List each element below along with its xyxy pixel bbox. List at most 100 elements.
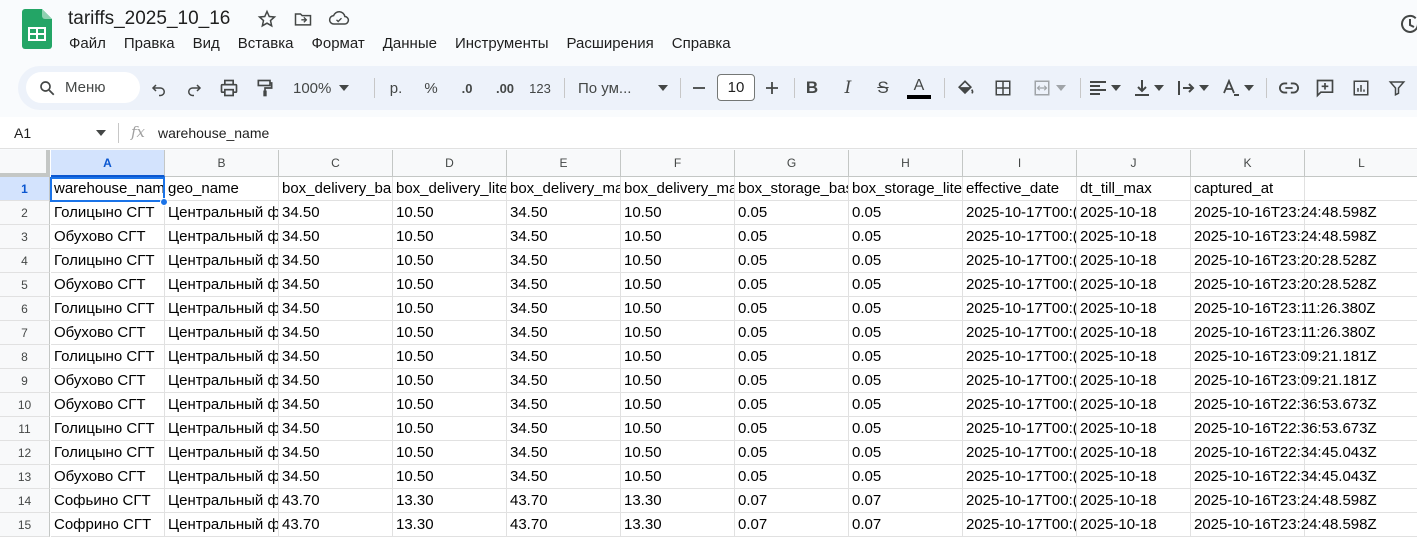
table-cell[interactable]: 0.05 [735, 441, 849, 465]
table-cell[interactable]: 10.50 [393, 345, 507, 369]
table-cell[interactable]: 10.50 [393, 273, 507, 297]
table-cell[interactable]: Центральный ф [165, 225, 279, 249]
table-cell[interactable]: 10.50 [621, 297, 735, 321]
table-cell[interactable]: 0.05 [735, 249, 849, 273]
header-cell[interactable]: box_delivery_ma [507, 177, 621, 201]
table-cell[interactable]: 13.30 [393, 513, 507, 537]
spreadsheet-grid[interactable]: A B C D E F G H I J K L 1 warehouse_nam geo_name box_de… [0, 150, 1417, 540]
table-cell[interactable]: 0.05 [849, 417, 963, 441]
table-cell[interactable]: 0.05 [735, 273, 849, 297]
table-cell[interactable]: 2025-10-16T22:36:53.673Z [1191, 417, 1377, 441]
column-header-j[interactable]: J [1077, 150, 1191, 177]
column-header-k[interactable]: K [1191, 150, 1305, 177]
table-cell[interactable]: 2025-10-16T23:24:48.598Z [1191, 513, 1377, 537]
table-cell[interactable]: Центральный ф [165, 417, 279, 441]
table-cell[interactable]: 2025-10-18 [1077, 489, 1191, 513]
table-cell[interactable]: 0.05 [849, 297, 963, 321]
table-cell[interactable]: 2025-10-16T23:24:48.598Z [1191, 489, 1377, 513]
menu-data[interactable]: Данные [374, 34, 446, 54]
bold-button[interactable]: B [800, 66, 824, 110]
redo-button[interactable] [181, 66, 207, 110]
table-cell[interactable]: 34.50 [507, 417, 621, 441]
table-cell[interactable]: Голицыно СГТ [51, 249, 165, 273]
header-cell[interactable]: dt_till_max [1077, 177, 1191, 201]
table-cell[interactable]: Центральный ф [165, 465, 279, 489]
more-formats-button[interactable]: 123 [526, 66, 554, 110]
fill-color-button[interactable] [952, 66, 978, 110]
star-icon[interactable] [256, 8, 278, 30]
table-cell[interactable]: 34.50 [279, 465, 393, 489]
menu-search-button[interactable]: Меню [26, 72, 140, 103]
table-cell[interactable]: Центральный ф [165, 249, 279, 273]
version-history-icon[interactable] [1400, 12, 1417, 36]
table-cell[interactable]: 2025-10-17T00:( [963, 273, 1077, 297]
table-cell[interactable]: Центральный ф [165, 489, 279, 513]
row-header[interactable]: 5 [0, 273, 50, 297]
table-cell[interactable]: 43.70 [279, 513, 393, 537]
table-cell[interactable]: 10.50 [393, 249, 507, 273]
row-header[interactable]: 7 [0, 321, 50, 345]
print-button[interactable] [216, 66, 242, 110]
table-cell[interactable]: 10.50 [393, 465, 507, 489]
table-cell[interactable]: Обухово СГТ [51, 321, 165, 345]
table-cell[interactable]: 2025-10-17T00:( [963, 513, 1077, 537]
select-all-corner[interactable] [0, 150, 50, 177]
table-cell[interactable]: 0.05 [735, 417, 849, 441]
move-folder-icon[interactable] [292, 8, 314, 30]
table-cell[interactable]: 2025-10-17T00:( [963, 249, 1077, 273]
table-cell[interactable]: 2025-10-16T23:20:28.528Z [1191, 273, 1377, 297]
table-cell[interactable]: Центральный ф [165, 441, 279, 465]
table-cell[interactable]: Центральный ф [165, 321, 279, 345]
table-cell[interactable]: 0.05 [849, 225, 963, 249]
table-cell[interactable]: 2025-10-16T23:24:48.598Z [1191, 225, 1377, 249]
vertical-align-button[interactable] [1131, 66, 1167, 110]
row-header[interactable]: 15 [0, 513, 50, 537]
table-cell[interactable]: 2025-10-18 [1077, 369, 1191, 393]
header-cell[interactable]: box_delivery_ma [621, 177, 735, 201]
table-cell[interactable]: 2025-10-17T00:( [963, 297, 1077, 321]
column-header-h[interactable]: H [849, 150, 963, 177]
table-cell[interactable]: Софрино СГТ [51, 513, 165, 537]
table-cell[interactable]: 0.05 [735, 201, 849, 225]
menu-help[interactable]: Справка [663, 34, 740, 54]
table-cell[interactable]: 10.50 [393, 369, 507, 393]
table-cell[interactable]: 34.50 [507, 249, 621, 273]
table-cell[interactable]: 2025-10-17T00:( [963, 465, 1077, 489]
menu-insert[interactable]: Вставка [229, 34, 303, 54]
column-header-e[interactable]: E [507, 150, 621, 177]
table-cell[interactable]: Голицыно СГТ [51, 417, 165, 441]
table-cell[interactable]: 0.07 [735, 489, 849, 513]
header-cell[interactable]: captured_at [1191, 177, 1305, 201]
table-cell[interactable]: 2025-10-16T23:09:21.181Z [1191, 369, 1377, 393]
row-header[interactable]: 11 [0, 417, 50, 441]
table-cell[interactable]: 2025-10-17T00:( [963, 489, 1077, 513]
name-box[interactable]: A1 [14, 125, 31, 141]
table-cell[interactable]: 2025-10-17T00:( [963, 417, 1077, 441]
row-header[interactable]: 3 [0, 225, 50, 249]
table-cell[interactable]: 0.05 [735, 321, 849, 345]
table-cell[interactable]: Центральный ф [165, 369, 279, 393]
header-cell[interactable] [1305, 177, 1417, 201]
table-cell[interactable]: 10.50 [393, 417, 507, 441]
table-cell[interactable]: Обухово СГТ [51, 465, 165, 489]
percent-format-button[interactable]: % [420, 66, 442, 110]
table-cell[interactable]: 10.50 [621, 441, 735, 465]
table-cell[interactable]: 34.50 [279, 249, 393, 273]
row-header[interactable]: 8 [0, 345, 50, 369]
table-cell[interactable]: 10.50 [393, 225, 507, 249]
table-cell[interactable]: 34.50 [507, 201, 621, 225]
table-cell[interactable]: 13.30 [621, 489, 735, 513]
table-cell[interactable]: Центральный ф [165, 201, 279, 225]
table-cell[interactable]: 43.70 [507, 513, 621, 537]
column-header-l[interactable]: L [1305, 150, 1417, 177]
table-cell[interactable]: Голицыно СГТ [51, 345, 165, 369]
table-cell[interactable]: 10.50 [393, 201, 507, 225]
column-header-f[interactable]: F [621, 150, 735, 177]
table-cell[interactable]: Центральный ф [165, 273, 279, 297]
table-cell[interactable]: Голицыно СГТ [51, 441, 165, 465]
row-header[interactable]: 2 [0, 201, 50, 225]
table-cell[interactable]: 2025-10-17T00:( [963, 369, 1077, 393]
menu-edit[interactable]: Правка [115, 34, 184, 54]
table-cell[interactable]: Обухово СГТ [51, 273, 165, 297]
paint-format-button[interactable] [252, 66, 278, 110]
